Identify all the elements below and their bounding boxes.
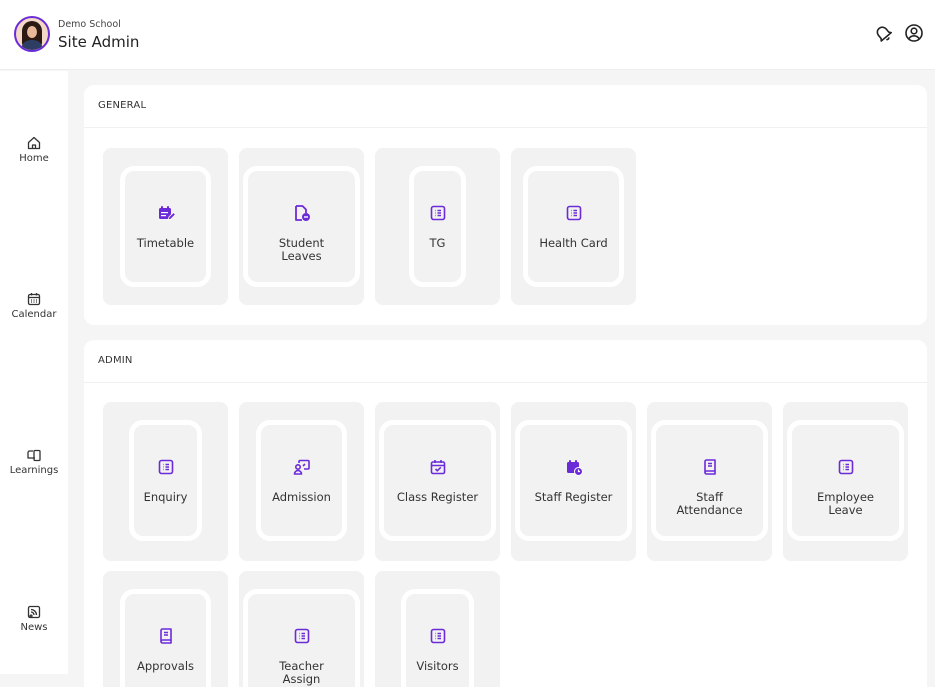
tile-timetable[interactable]: Timetable bbox=[103, 148, 228, 305]
avatar[interactable] bbox=[14, 16, 50, 52]
admission-icon bbox=[293, 459, 310, 475]
section-admin: ADMIN Enquiry Admission Class Register S… bbox=[84, 340, 927, 687]
tile-label: Approvals bbox=[136, 659, 195, 673]
tile-class-register[interactable]: Class Register bbox=[375, 402, 500, 561]
tile-label: Staff Register bbox=[534, 490, 613, 504]
tile-approvals[interactable]: Approvals bbox=[103, 571, 228, 687]
list-icon bbox=[294, 628, 309, 644]
learnings-icon bbox=[27, 449, 41, 462]
tile-staff-attendance[interactable]: Staff Attendance bbox=[647, 402, 772, 561]
calendar-check-icon bbox=[430, 460, 445, 475]
tile-label: Teacher Assign bbox=[279, 659, 324, 686]
tile-health-card[interactable]: Health Card bbox=[511, 148, 636, 305]
document-minus-icon bbox=[294, 205, 310, 221]
tile-label: Student Leaves bbox=[278, 236, 325, 263]
tile-label: Employee Leave bbox=[817, 490, 874, 517]
tile-enquiry[interactable]: Enquiry bbox=[103, 402, 228, 561]
section-title: ADMIN bbox=[98, 355, 133, 366]
bell-icon[interactable] bbox=[872, 22, 894, 44]
section-general: GENERAL Timetable Student Leaves TG Heal… bbox=[84, 85, 927, 325]
tile-label: Timetable bbox=[136, 236, 195, 250]
sidebar-item-label: Learnings bbox=[9, 465, 59, 476]
list-icon bbox=[158, 459, 173, 475]
list-icon bbox=[430, 628, 445, 644]
calendar-clock-icon bbox=[566, 460, 583, 476]
list-icon bbox=[566, 205, 581, 221]
tile-label: Visitors bbox=[416, 659, 459, 673]
user-icon[interactable] bbox=[903, 22, 925, 44]
sidebar-item-learnings[interactable]: Learnings bbox=[0, 447, 68, 476]
sidebar-item-home[interactable]: Home bbox=[0, 135, 68, 164]
tile-label: Enquiry bbox=[143, 490, 188, 504]
tile-staff-register[interactable]: Staff Register bbox=[511, 402, 636, 561]
tile-visitors[interactable]: Visitors bbox=[375, 571, 500, 687]
tile-employee-leave[interactable]: Employee Leave bbox=[783, 402, 908, 561]
sidebar: Home Calendar Learnings News bbox=[0, 71, 68, 674]
book-icon bbox=[703, 459, 716, 475]
list-icon bbox=[430, 205, 445, 221]
tile-admission[interactable]: Admission bbox=[239, 402, 364, 561]
timetable-icon bbox=[158, 206, 175, 221]
tile-student-leaves[interactable]: Student Leaves bbox=[239, 148, 364, 305]
section-title: GENERAL bbox=[98, 100, 147, 111]
sidebar-item-label: News bbox=[20, 622, 48, 633]
sidebar-item-label: Calendar bbox=[11, 309, 57, 320]
tile-label: Staff Attendance bbox=[676, 490, 743, 517]
book-icon bbox=[159, 628, 172, 644]
sidebar-item-label: Home bbox=[19, 153, 49, 164]
tile-label: TG bbox=[429, 236, 446, 250]
tile-teacher-assign[interactable]: Teacher Assign bbox=[239, 571, 364, 687]
home-icon bbox=[27, 136, 41, 150]
sidebar-item-calendar[interactable]: Calendar bbox=[0, 291, 68, 320]
news-icon bbox=[27, 605, 41, 619]
top-bar: Demo School Site Admin bbox=[0, 0, 935, 70]
school-name: Demo School bbox=[58, 19, 121, 30]
list-icon bbox=[838, 459, 853, 475]
tile-label: Admission bbox=[272, 490, 331, 504]
tile-label: Class Register bbox=[396, 490, 479, 504]
calendar-icon bbox=[27, 293, 41, 306]
tile-label: Health Card bbox=[539, 236, 608, 250]
tile-tg[interactable]: TG bbox=[375, 148, 500, 305]
sidebar-item-news[interactable]: News bbox=[0, 604, 68, 633]
user-role: Site Admin bbox=[58, 33, 140, 51]
